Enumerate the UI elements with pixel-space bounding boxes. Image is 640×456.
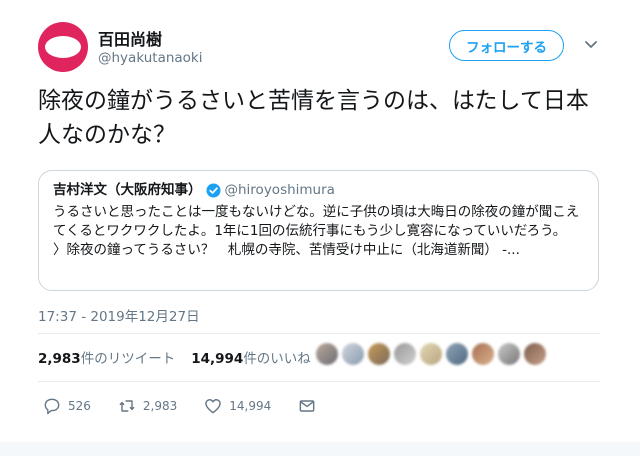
chevron-down-icon[interactable] [583, 36, 599, 52]
divider [38, 381, 600, 382]
engagement-stats: 2,983件のリツイート 14,994件のいいね [38, 347, 311, 367]
liker-avatar[interactable] [524, 343, 546, 365]
envelope-icon [299, 400, 315, 412]
quoted-tweet[interactable]: 吉村洋文（大阪府知事） @hiroyoshimura うるさいと思ったことは一度… [38, 170, 599, 291]
quote-author-handle: @hiroyoshimura [224, 182, 335, 198]
liker-avatar[interactable] [394, 343, 416, 365]
like-stat-count: 14,994 [191, 351, 244, 367]
liker-avatar[interactable] [368, 343, 390, 365]
heart-icon [205, 399, 222, 414]
verified-badge-icon [205, 182, 221, 198]
quote-author-name: 吉村洋文（大阪府知事） [53, 182, 202, 198]
reply-count: 526 [68, 399, 91, 413]
liker-avatar[interactable] [446, 343, 468, 365]
like-stat[interactable]: 14,994件のいいね [191, 347, 311, 367]
reply-icon [44, 398, 60, 415]
retweet-stat-label: 件のリツイート [80, 351, 176, 367]
footer-bar [0, 442, 640, 456]
tweet-timestamp[interactable]: 17:37 - 2019年12月27日 [38, 305, 200, 325]
reply-action[interactable]: 526 [42, 396, 91, 416]
retweet-stat-count: 2,983 [38, 351, 81, 367]
retweet-action[interactable]: 2,983 [117, 396, 177, 416]
author-avatar[interactable] [38, 22, 88, 72]
liker-avatar[interactable] [316, 343, 338, 365]
liker-avatar[interactable] [342, 343, 364, 365]
quote-text: うるさいと思ったことは一度もないけどな。逆に子供の頃は大晦日の除夜の鐘が聞こえて… [53, 204, 580, 239]
liker-avatar[interactable] [472, 343, 494, 365]
retweet-count: 2,983 [142, 399, 178, 413]
liker-avatar[interactable] [498, 343, 520, 365]
like-count: 14,994 [229, 399, 272, 413]
tweet-text: 除夜の鐘がうるさいと苦情を言うのは、はたして日本人なのかな？ [38, 88, 589, 148]
direct-message-action[interactable] [297, 396, 317, 416]
author-handle[interactable]: @hyakutanaoki [98, 50, 203, 66]
liker-avatar[interactable] [420, 343, 442, 365]
tweet-actions: 526 2,983 14,994 [42, 396, 343, 416]
liker-avatars [316, 343, 546, 365]
like-action[interactable]: 14,994 [203, 396, 271, 416]
retweet-stat[interactable]: 2,983件のリツイート [38, 347, 175, 367]
follow-button[interactable]: フォローする [449, 30, 564, 61]
quote-link-preview[interactable]: 〉除夜の鐘ってうるさい？ 札幌の寺院、苦情受け中止に（北海道新聞） -... [53, 241, 584, 260]
divider [38, 333, 600, 334]
author-name[interactable]: 百田尚樹 [98, 26, 162, 50]
retweet-icon [119, 400, 135, 412]
like-stat-label: 件のいいね [243, 351, 311, 367]
